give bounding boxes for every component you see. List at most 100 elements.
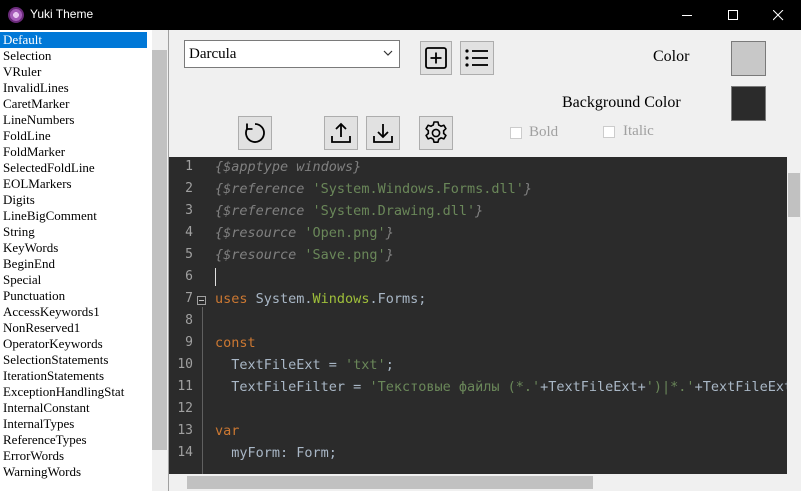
list-item[interactable]: AccessKeywords1 [0, 304, 152, 320]
line-number: 9 [185, 335, 193, 350]
code-token: 'System.Drawing.dll' [312, 203, 476, 219]
editor-horizontal-scroll-thumb[interactable] [187, 476, 593, 489]
list-item[interactable]: FoldMarker [0, 144, 152, 160]
list-item[interactable]: CaretMarker [0, 96, 152, 112]
code-token: 'Текстовые файлы (*.' [369, 379, 541, 395]
title-bar: Yuki Theme [0, 0, 801, 30]
line-number: 2 [185, 181, 193, 196]
editor-vertical-scrollbar[interactable] [787, 157, 801, 474]
reset-button[interactable] [238, 116, 272, 150]
plus-square-icon [425, 47, 447, 69]
list-item[interactable]: ErrorWords [0, 448, 152, 464]
add-theme-button[interactable] [420, 41, 452, 75]
code-line: {$reference 'System.Drawing.dll'} [215, 203, 483, 219]
style-list-scroll-thumb[interactable] [152, 50, 167, 450]
list-item[interactable]: InternalTypes [0, 416, 152, 432]
style-list-scrollbar[interactable] [152, 30, 168, 491]
line-number: 12 [177, 401, 193, 416]
code-token: {$reference [215, 181, 313, 197]
list-item[interactable]: Default [0, 32, 147, 48]
code-line: TextFileFilter = 'Текстовые файлы (*.'+T… [215, 379, 792, 395]
theme-select[interactable]: Darcula [184, 40, 400, 68]
code-token: {$resource [215, 225, 305, 241]
maximize-icon [727, 9, 738, 20]
maximize-button[interactable] [710, 0, 756, 30]
list-item[interactable]: KeyWords [0, 240, 152, 256]
list-item[interactable]: String [0, 224, 152, 240]
window-title: Yuki Theme [30, 7, 94, 21]
minimize-button[interactable] [664, 0, 710, 30]
code-token: 'txt' [345, 357, 386, 373]
list-item[interactable]: InvalidLines [0, 80, 152, 96]
list-item[interactable]: Selection [0, 48, 152, 64]
list-item[interactable]: Special [0, 272, 152, 288]
code-token: 'System.Windows.Forms.dll' [312, 181, 524, 197]
manage-themes-button[interactable] [460, 41, 494, 75]
style-list-panel: Default Selection VRuler InvalidLines CaretM… [0, 30, 169, 491]
line-number: 6 [185, 269, 193, 284]
list-item[interactable]: BeginEnd [0, 256, 152, 272]
code-line: {$apptype windows} [215, 159, 361, 175]
code-token: myForm: Form; [215, 445, 337, 461]
line-number: 4 [185, 225, 193, 240]
list-item[interactable]: SelectionStatements [0, 352, 152, 368]
line-number: 5 [185, 247, 193, 262]
list-item[interactable]: VRuler [0, 64, 152, 80]
code-token: .Forms; [369, 291, 427, 307]
list-item[interactable]: ReferenceTypes [0, 432, 152, 448]
italic-checkbox[interactable] [603, 126, 615, 138]
code-line: var [215, 423, 239, 439]
code-line: myForm: Form; [215, 445, 337, 461]
list-item[interactable]: SelectedFoldLine [0, 160, 152, 176]
code-token: {$resource [215, 247, 305, 263]
code-token: System. [255, 291, 313, 307]
code-token: ')|*.' [645, 379, 695, 395]
import-button[interactable] [366, 116, 400, 150]
settings-button[interactable] [419, 116, 453, 150]
gear-icon [425, 121, 447, 143]
editor-vertical-scroll-thumb[interactable] [788, 173, 800, 217]
list-item[interactable]: Punctuation [0, 288, 152, 304]
list-item[interactable]: LineNumbers [0, 112, 152, 128]
editor-horizontal-scrollbar[interactable] [169, 474, 801, 491]
list-item[interactable]: LineBigComment [0, 208, 152, 224]
code-editor[interactable]: 1 2 3 4 5 6 7 8 9 10 11 12 13 14 {$apptype windows} {$… [169, 157, 801, 491]
code-token: +TextFileExt [694, 379, 793, 395]
list-item[interactable]: InternalConstant [0, 400, 152, 416]
code-token: 'Save.png' [304, 247, 386, 263]
fold-marker-icon[interactable] [197, 296, 206, 305]
color-label: Color [653, 48, 690, 65]
list-icon [465, 49, 488, 67]
chevron-down-icon [383, 50, 393, 56]
code-token: const [215, 335, 256, 351]
close-button[interactable] [755, 0, 801, 30]
bold-label: Bold [529, 124, 559, 140]
background-color-swatch[interactable] [731, 86, 766, 121]
code-token: TextFileExt = [215, 357, 346, 373]
code-token: {$apptype windows} [215, 159, 362, 175]
minimize-icon [681, 14, 692, 16]
list-item[interactable]: EOLMarkers [0, 176, 152, 192]
code-token: +TextFileExt+ [540, 379, 646, 395]
list-item[interactable]: OperatorKeywords [0, 336, 152, 352]
italic-label: Italic [623, 123, 654, 139]
list-item[interactable]: IterationStatements [0, 368, 152, 384]
code-token: } [475, 203, 484, 219]
refresh-icon [245, 123, 265, 143]
line-number: 8 [185, 313, 193, 328]
code-token: TextFileFilter = [215, 379, 370, 395]
code-line: const [215, 335, 256, 351]
color-swatch[interactable] [731, 41, 766, 76]
list-item[interactable]: WarningWords [0, 464, 152, 480]
bold-checkbox[interactable] [510, 127, 522, 139]
export-button[interactable] [324, 116, 358, 150]
list-item[interactable]: ExceptionHandlingStat [0, 384, 152, 400]
download-icon [373, 124, 393, 143]
code-line: uses System.Windows.Forms; [215, 291, 426, 307]
list-item[interactable]: Digits [0, 192, 152, 208]
list-item[interactable]: NonReserved1 [0, 320, 152, 336]
style-list[interactable]: Default Selection VRuler InvalidLines CaretM… [0, 32, 152, 482]
fold-line [202, 307, 203, 491]
list-item[interactable]: FoldLine [0, 128, 152, 144]
code-token: } [523, 181, 533, 197]
